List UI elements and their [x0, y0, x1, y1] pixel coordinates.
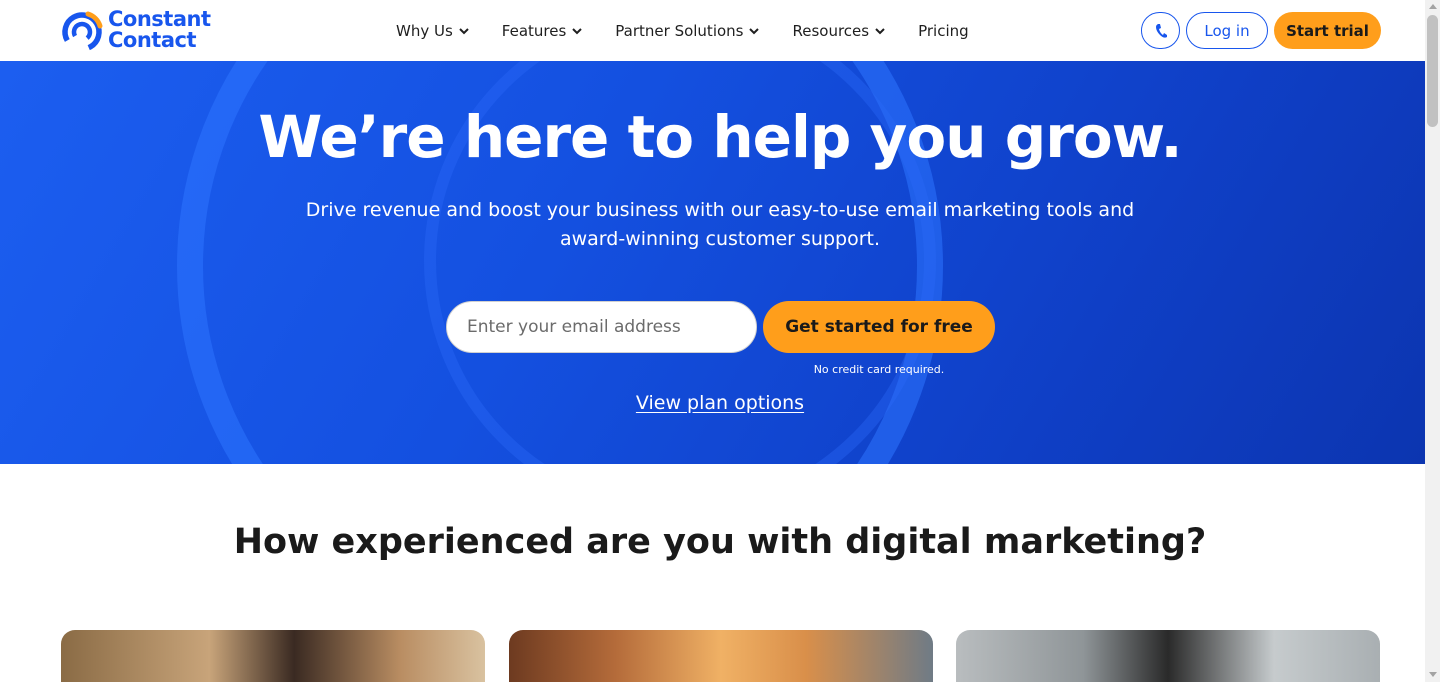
view-plan-options-text[interactable]: View plan options	[636, 392, 804, 414]
chevron-down-icon	[459, 27, 469, 34]
scrollbar-thumb[interactable]	[1427, 15, 1438, 127]
logo-icon	[60, 8, 104, 52]
hero-title: We’re here to help you grow.	[258, 103, 1182, 171]
nav-partner-solutions[interactable]: Partner Solutions	[615, 22, 760, 40]
no-credit-card-note: No credit card required.	[813, 363, 945, 376]
scroll-down-arrow-icon[interactable]	[1429, 672, 1437, 677]
experience-heading: How experienced are you with digital mar…	[233, 522, 1207, 562]
email-input[interactable]	[446, 301, 757, 353]
nav-why-us[interactable]: Why Us	[396, 22, 470, 40]
scroll-up-arrow-icon[interactable]	[1429, 4, 1437, 9]
chevron-down-icon	[875, 27, 885, 34]
nav-pricing[interactable]: Pricing	[918, 22, 969, 40]
get-started-button[interactable]: Get started for free	[763, 301, 995, 353]
logo-line-2: Contact	[108, 28, 196, 52]
nav-why-us-label: Why Us	[396, 21, 453, 40]
nav-resources-label: Resources	[792, 21, 870, 40]
nav-resources[interactable]: Resources	[792, 22, 886, 40]
experience-card-beginner[interactable]	[61, 630, 485, 682]
logo-line-1: Constant	[108, 7, 211, 31]
nav-partner-solutions-label: Partner Solutions	[615, 21, 744, 40]
start-trial-button[interactable]: Start trial	[1274, 12, 1381, 49]
chevron-down-icon	[749, 27, 760, 34]
phone-icon	[1155, 23, 1167, 38]
nav-features-label: Features	[501, 21, 567, 40]
logo-wordmark: Constant Contact	[108, 9, 211, 51]
hero-section: We’re here to help you grow. Drive reven…	[0, 61, 1425, 464]
main-nav: Why Us Features Partner Solutions Resour…	[396, 0, 1001, 61]
nav-pricing-label: Pricing	[918, 21, 969, 40]
nav-features[interactable]: Features	[502, 22, 584, 40]
constant-contact-logo[interactable]: Constant Contact	[60, 8, 211, 52]
site-header: Constant Contact Why Us Features Partner…	[0, 0, 1425, 61]
login-button[interactable]: Log in	[1186, 12, 1268, 49]
view-plan-options-link: View plan options	[0, 392, 1425, 414]
experience-card-intermediate[interactable]	[509, 630, 933, 682]
phone-button[interactable]	[1141, 12, 1180, 49]
hero-subtitle: Drive revenue and boost your business wi…	[305, 199, 1135, 250]
chevron-down-icon	[572, 27, 582, 34]
experience-card-advanced[interactable]	[956, 630, 1380, 682]
